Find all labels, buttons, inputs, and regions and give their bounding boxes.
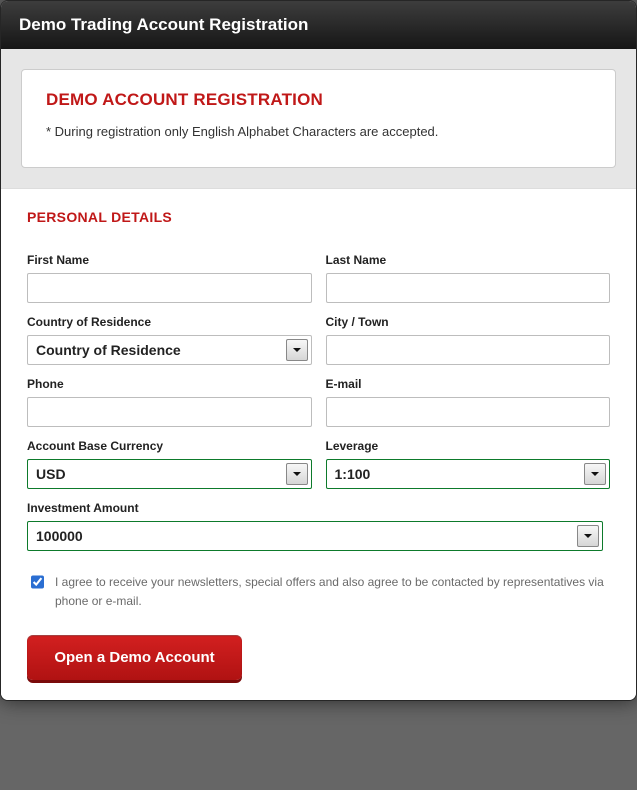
investment-select[interactable]: 100000 [27, 521, 603, 551]
currency-label: Account Base Currency [27, 439, 312, 453]
last-name-input[interactable] [326, 273, 611, 303]
notice-text: * During registration only English Alpha… [46, 124, 591, 139]
leverage-selected-value: 1:100 [335, 466, 371, 482]
first-name-label: First Name [27, 253, 312, 267]
currency-selected-value: USD [36, 466, 66, 482]
leverage-select[interactable]: 1:100 [326, 459, 611, 489]
city-input[interactable] [326, 335, 611, 365]
phone-input[interactable] [27, 397, 312, 427]
consent-text: I agree to receive your newsletters, spe… [55, 573, 610, 611]
chevron-down-icon [584, 463, 606, 485]
window-title: Demo Trading Account Registration [19, 15, 308, 34]
phone-label: Phone [27, 377, 312, 391]
form-panel: PERSONAL DETAILS First Name Last Name Co… [1, 188, 636, 700]
notice-heading: DEMO ACCOUNT REGISTRATION [46, 90, 591, 110]
consent-checkbox[interactable] [31, 575, 44, 589]
email-label: E-mail [326, 377, 611, 391]
currency-select[interactable]: USD [27, 459, 312, 489]
leverage-label: Leverage [326, 439, 611, 453]
registration-window: Demo Trading Account Registration DEMO A… [0, 0, 637, 701]
section-personal-title: PERSONAL DETAILS [27, 209, 610, 225]
investment-selected-value: 100000 [36, 528, 83, 544]
window-titlebar: Demo Trading Account Registration [1, 1, 636, 49]
country-label: Country of Residence [27, 315, 312, 329]
investment-label: Investment Amount [27, 501, 603, 515]
first-name-input[interactable] [27, 273, 312, 303]
country-select[interactable]: Country of Residence [27, 335, 312, 365]
country-selected-value: Country of Residence [36, 342, 181, 358]
chevron-down-icon [577, 525, 599, 547]
city-label: City / Town [326, 315, 611, 329]
last-name-label: Last Name [326, 253, 611, 267]
chevron-down-icon [286, 339, 308, 361]
consent-row: I agree to receive your newsletters, spe… [27, 573, 610, 611]
email-input[interactable] [326, 397, 611, 427]
chevron-down-icon [286, 463, 308, 485]
notice-box: DEMO ACCOUNT REGISTRATION * During regis… [21, 69, 616, 168]
submit-button[interactable]: Open a Demo Account [27, 635, 242, 680]
